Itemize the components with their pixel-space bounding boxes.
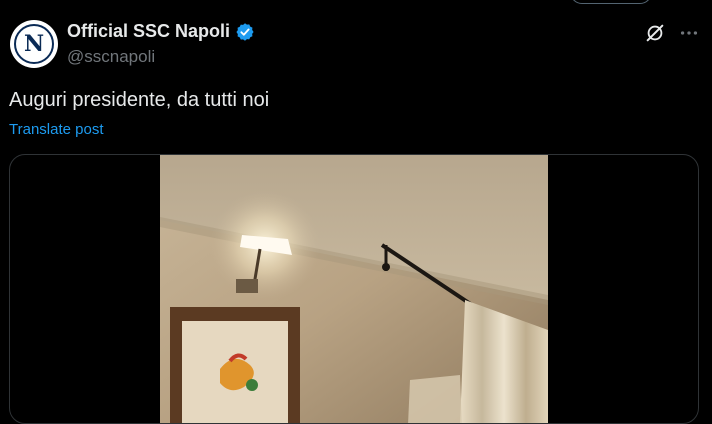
more-options-button[interactable] [677, 21, 701, 45]
display-name[interactable]: Official SSC Napoli [67, 21, 230, 42]
author-name-row: Official SSC Napoli [67, 21, 255, 42]
grok-icon [646, 24, 664, 42]
napoli-logo: N [14, 24, 54, 64]
more-options-icon [680, 31, 698, 35]
grok-button[interactable] [643, 21, 667, 45]
avatar-letter: N [23, 31, 45, 57]
follow-button-edge[interactable] [570, 0, 652, 4]
post-text: Auguri presidente, da tutti noi [9, 89, 270, 111]
video-card[interactable] [9, 154, 699, 424]
translate-post-link[interactable]: Translate post [9, 121, 104, 138]
video-player[interactable] [160, 155, 548, 423]
verified-badge-icon[interactable] [235, 22, 255, 42]
handle[interactable]: @sscnapoli [67, 47, 155, 67]
video-frame-image [160, 155, 548, 423]
avatar[interactable]: N [10, 20, 58, 68]
